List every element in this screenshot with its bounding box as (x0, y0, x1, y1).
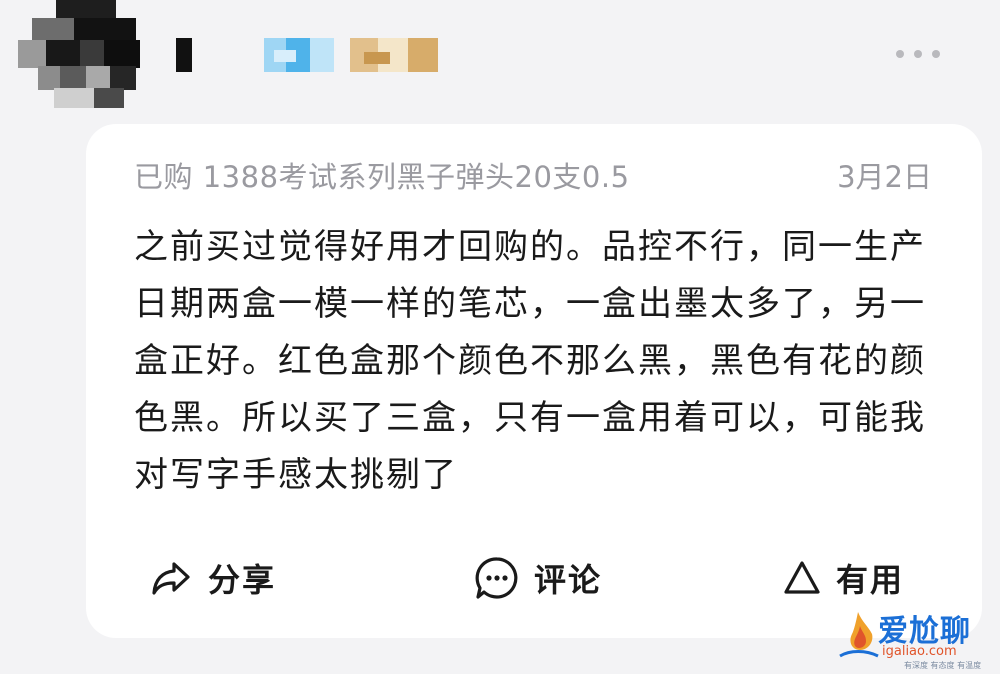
share-button[interactable]: 分享 (150, 554, 276, 602)
watermark-url: igaliao.com (882, 644, 957, 659)
share-arrow-icon (150, 558, 194, 598)
review-card: 已购 1388考试系列黑子弹头20支0.5 3月2日 之前买过觉得好用才回购的。… (86, 124, 982, 638)
useful-label: 有用 (836, 561, 905, 599)
more-dot (932, 50, 940, 58)
review-header (0, 0, 1000, 110)
level-badge-pixelated (264, 38, 334, 72)
triangle-icon (782, 558, 822, 598)
comment-bubble-icon (474, 555, 520, 601)
more-dot (896, 50, 904, 58)
useful-button[interactable]: 有用 (782, 554, 904, 602)
more-dot (914, 50, 922, 58)
more-dots-icon[interactable] (896, 44, 940, 64)
watermark-tagline: 有深度 有态度 有温度 (904, 661, 982, 670)
member-badge-pixelated (350, 38, 438, 72)
site-watermark: 爱尬聊 igaliao.com 有深度 有态度 有温度 (836, 604, 996, 670)
share-label: 分享 (208, 561, 277, 599)
comment-label: 评论 (534, 561, 603, 599)
review-date: 3月2日 (837, 160, 932, 194)
username-pixelated (176, 38, 192, 72)
comment-button[interactable]: 评论 (474, 554, 602, 602)
review-text: 之前买过觉得好用才回购的。品控不行，同一生产日期两盒一模一样的笔芯，一盒出墨太多… (134, 227, 926, 495)
avatar[interactable] (18, 0, 140, 110)
purchase-info: 已购 1388考试系列黑子弹头20支0.5 (134, 160, 630, 194)
